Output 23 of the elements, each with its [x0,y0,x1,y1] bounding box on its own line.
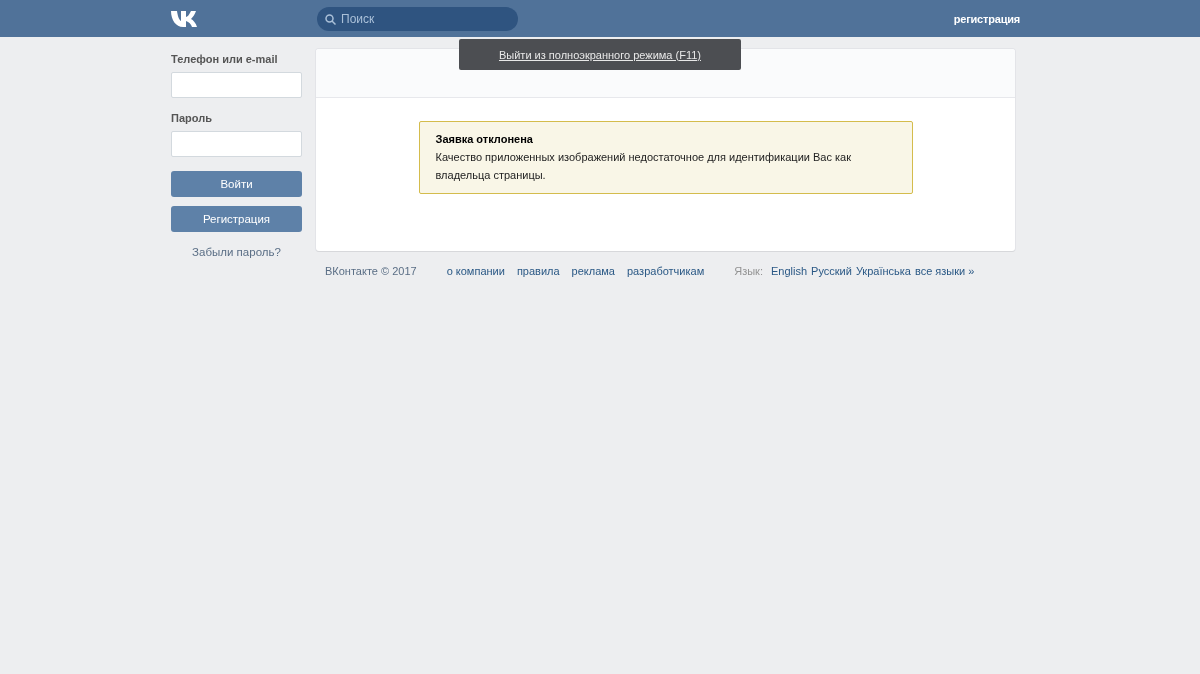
search-field[interactable]: Поиск [317,6,518,31]
footer-link[interactable]: разработчикам [627,265,705,277]
footer-link[interactable]: о компании [446,265,505,277]
register-button[interactable]: Регистрация [171,206,302,232]
phone-field[interactable] [171,72,302,98]
password-label: Пароль [171,112,213,124]
exit-fullscreen-link[interactable]: Выйти из полноэкранного режима (F11) [499,48,701,61]
phone-label: Телефон или e-mail [171,53,279,65]
language-link[interactable]: все языки » [914,265,975,277]
search-icon [325,13,336,25]
copyright: ВКонтакте © 2017 [325,265,417,277]
notice-text: Качество приложенных изображений недостаточное для идентификации Вас как владельца страницы. [435,150,852,183]
register-link[interactable]: регистрация [953,12,1020,25]
language-link[interactable]: Українська [855,265,911,277]
footer-link[interactable]: реклама [571,265,615,277]
password-field[interactable] [171,131,302,157]
language-label: Язык: [734,265,763,277]
notice-title: Заявка отклонена [435,132,534,147]
language-link[interactable]: English [770,265,808,277]
login-button[interactable]: Войти [171,171,302,197]
language-link[interactable]: Русский [811,265,852,277]
forgot-password-link[interactable]: Забыли пароль? [171,246,302,258]
footer-link[interactable]: правила [516,265,560,277]
